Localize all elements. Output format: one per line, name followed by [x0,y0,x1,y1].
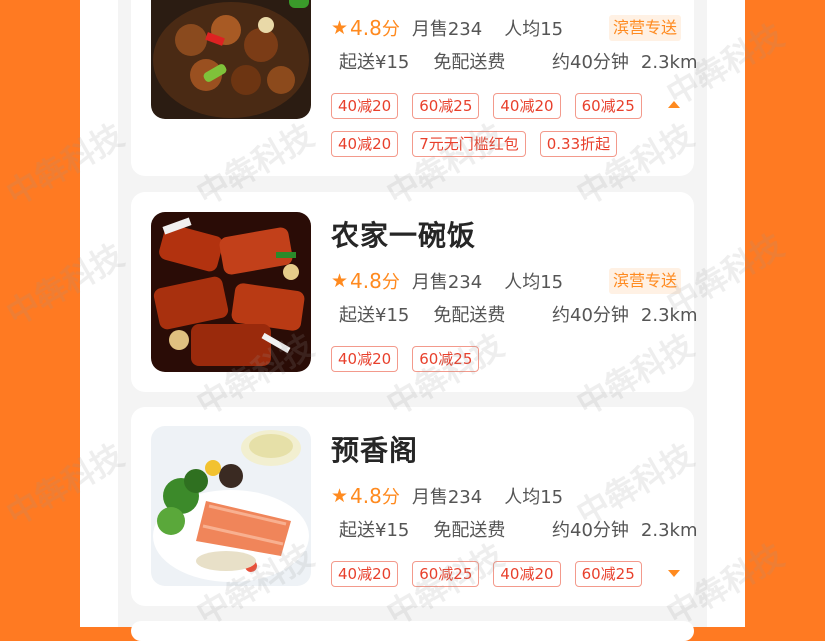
rating-row: ★ 4.8分 月售234 人均15 [331,483,563,509]
monthly-sales: 月售234 [411,19,483,40]
promo-tag: 40减20 [331,561,399,587]
average-price: 人均15 [504,487,564,508]
rating: 4.8分 [350,16,400,40]
delivery-fee: 免配送费 [433,305,506,326]
delivery-fee: 免配送费 [433,52,506,73]
promo-tag: 60减25 [412,93,480,119]
average-price: 人均15 [504,272,564,293]
rating-row: ★ 4.8分 月售234 人均15 [331,268,563,294]
restaurant-card[interactable]: ★ 4.8分 月售234 人均15 滨营专送 起送¥15 免配送费 约40分钟 2.… [131,0,698,176]
delivery-time: 约40分钟 [552,520,629,541]
rating: 4.8分 [350,484,400,508]
promo-tag: 60减25 [412,561,480,587]
restaurant-name[interactable]: 预香阁 [331,429,418,469]
promo-tags: 40减20 7元无门槛红包 0.33折起 [331,131,631,157]
restaurant-image [151,212,311,372]
distance: 2.3km [640,520,698,541]
min-order: 起送¥15 [339,305,410,326]
restaurant-name[interactable]: 农家一碗饭 [331,214,476,254]
promo-tag: 7元无门槛红包 [412,131,526,157]
restaurant-card[interactable]: 预香阁 ★ 4.8分 月售234 人均15 起送¥15 免配送费 约40分钟 2.3… [131,407,698,606]
promo-tags: 40减20 60减25 [331,346,493,372]
promo-tag: 60减25 [412,346,480,372]
caret-up-icon[interactable] [668,101,680,108]
restaurant-card[interactable] [131,621,694,641]
promo-tags: 40减20 60减25 40减20 60减25 [331,561,656,587]
average-price: 人均15 [504,19,564,40]
rating: 4.8分 [350,269,400,293]
delivery-time: 约40分钟 [552,52,629,73]
promo-tag: 40减20 [493,93,561,119]
rating-row: ★ 4.8分 月售234 人均15 [331,15,563,41]
promo-tag: 60减25 [574,561,642,587]
promo-tag: 40减20 [331,93,399,119]
distance: 2.3km [640,52,698,73]
promo-tags: 40减20 60减25 40减20 60减25 [331,93,656,119]
promo-tag: 40减20 [331,131,399,157]
caret-down-icon[interactable] [668,570,680,577]
delivery-time: 约40分钟 [552,305,629,326]
delivery-fee: 免配送费 [433,520,506,541]
promo-tag: 40减20 [331,346,399,372]
min-order: 起送¥15 [339,520,410,541]
distance: 2.3km [640,305,698,326]
restaurant-card[interactable]: 农家一碗饭 ★ 4.8分 月售234 人均15 滨营专送 起送¥15 免配送费 约… [131,192,698,392]
promo-tag: 0.33折起 [539,131,618,157]
delivery-badge: 滨营专送 [609,268,682,294]
monthly-sales: 月售234 [411,272,483,293]
delivery-info-row: 起送¥15 免配送费 约40分钟 2.3km [339,518,698,544]
restaurant-image [151,426,311,586]
promo-tag: 60减25 [574,93,642,119]
promo-tag: 40减20 [493,561,561,587]
restaurant-image [151,0,311,119]
delivery-badge: 滨营专送 [609,15,682,41]
delivery-info-row: 起送¥15 免配送费 约40分钟 2.3km [339,303,698,329]
monthly-sales: 月售234 [411,487,483,508]
min-order: 起送¥15 [339,52,410,73]
star-icon: ★ [331,270,349,292]
star-icon: ★ [331,485,349,507]
delivery-info-row: 起送¥15 免配送费 约40分钟 2.3km [339,50,698,76]
star-icon: ★ [331,17,349,39]
